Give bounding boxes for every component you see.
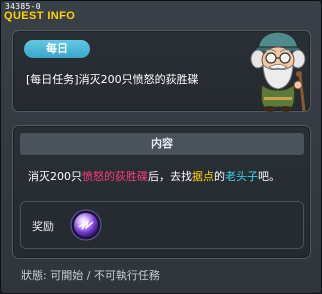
- quest-description: 消灭200只愤怒的荻胜碟后，去找据点的老头子吧。: [28, 168, 280, 184]
- desc-text: 后，去找: [148, 170, 192, 183]
- npc-name: 老头子: [225, 170, 258, 183]
- daily-tag: 每日: [24, 40, 90, 58]
- desc-text: 吧。: [258, 170, 280, 183]
- desc-text: 消灭200只: [28, 170, 82, 183]
- quest-info-window: 34385-0 QUEST INFO 每日 [每日任务]消灭200只愤怒的荻胜碟: [0, 0, 322, 294]
- reward-box: 奖励: [20, 201, 304, 249]
- quest-content-panel: 内容 消灭200只愤怒的荻胜碟后，去找据点的老头子吧。 奖励: [12, 125, 311, 259]
- quest-summary-panel: 每日 [每日任务]消灭200只愤怒的荻胜碟: [12, 30, 311, 112]
- desc-text: 的: [214, 170, 225, 183]
- old-man-npc-icon: [250, 31, 306, 112]
- window-title: QUEST INFO: [4, 10, 76, 22]
- quest-title: [每日任务]消灭200只愤怒的荻胜碟: [26, 73, 199, 86]
- monster-name: 愤怒的荻胜碟: [82, 170, 148, 183]
- titlebar[interactable]: 34385-0 QUEST INFO: [1, 1, 321, 25]
- location-name: 据点: [192, 170, 214, 183]
- reward-label: 奖励: [32, 220, 54, 233]
- content-header: 内容: [20, 133, 304, 155]
- quest-status: 狀態: 可開始 / 不可執行任務: [21, 269, 160, 282]
- purple-orb-icon[interactable]: [70, 209, 102, 241]
